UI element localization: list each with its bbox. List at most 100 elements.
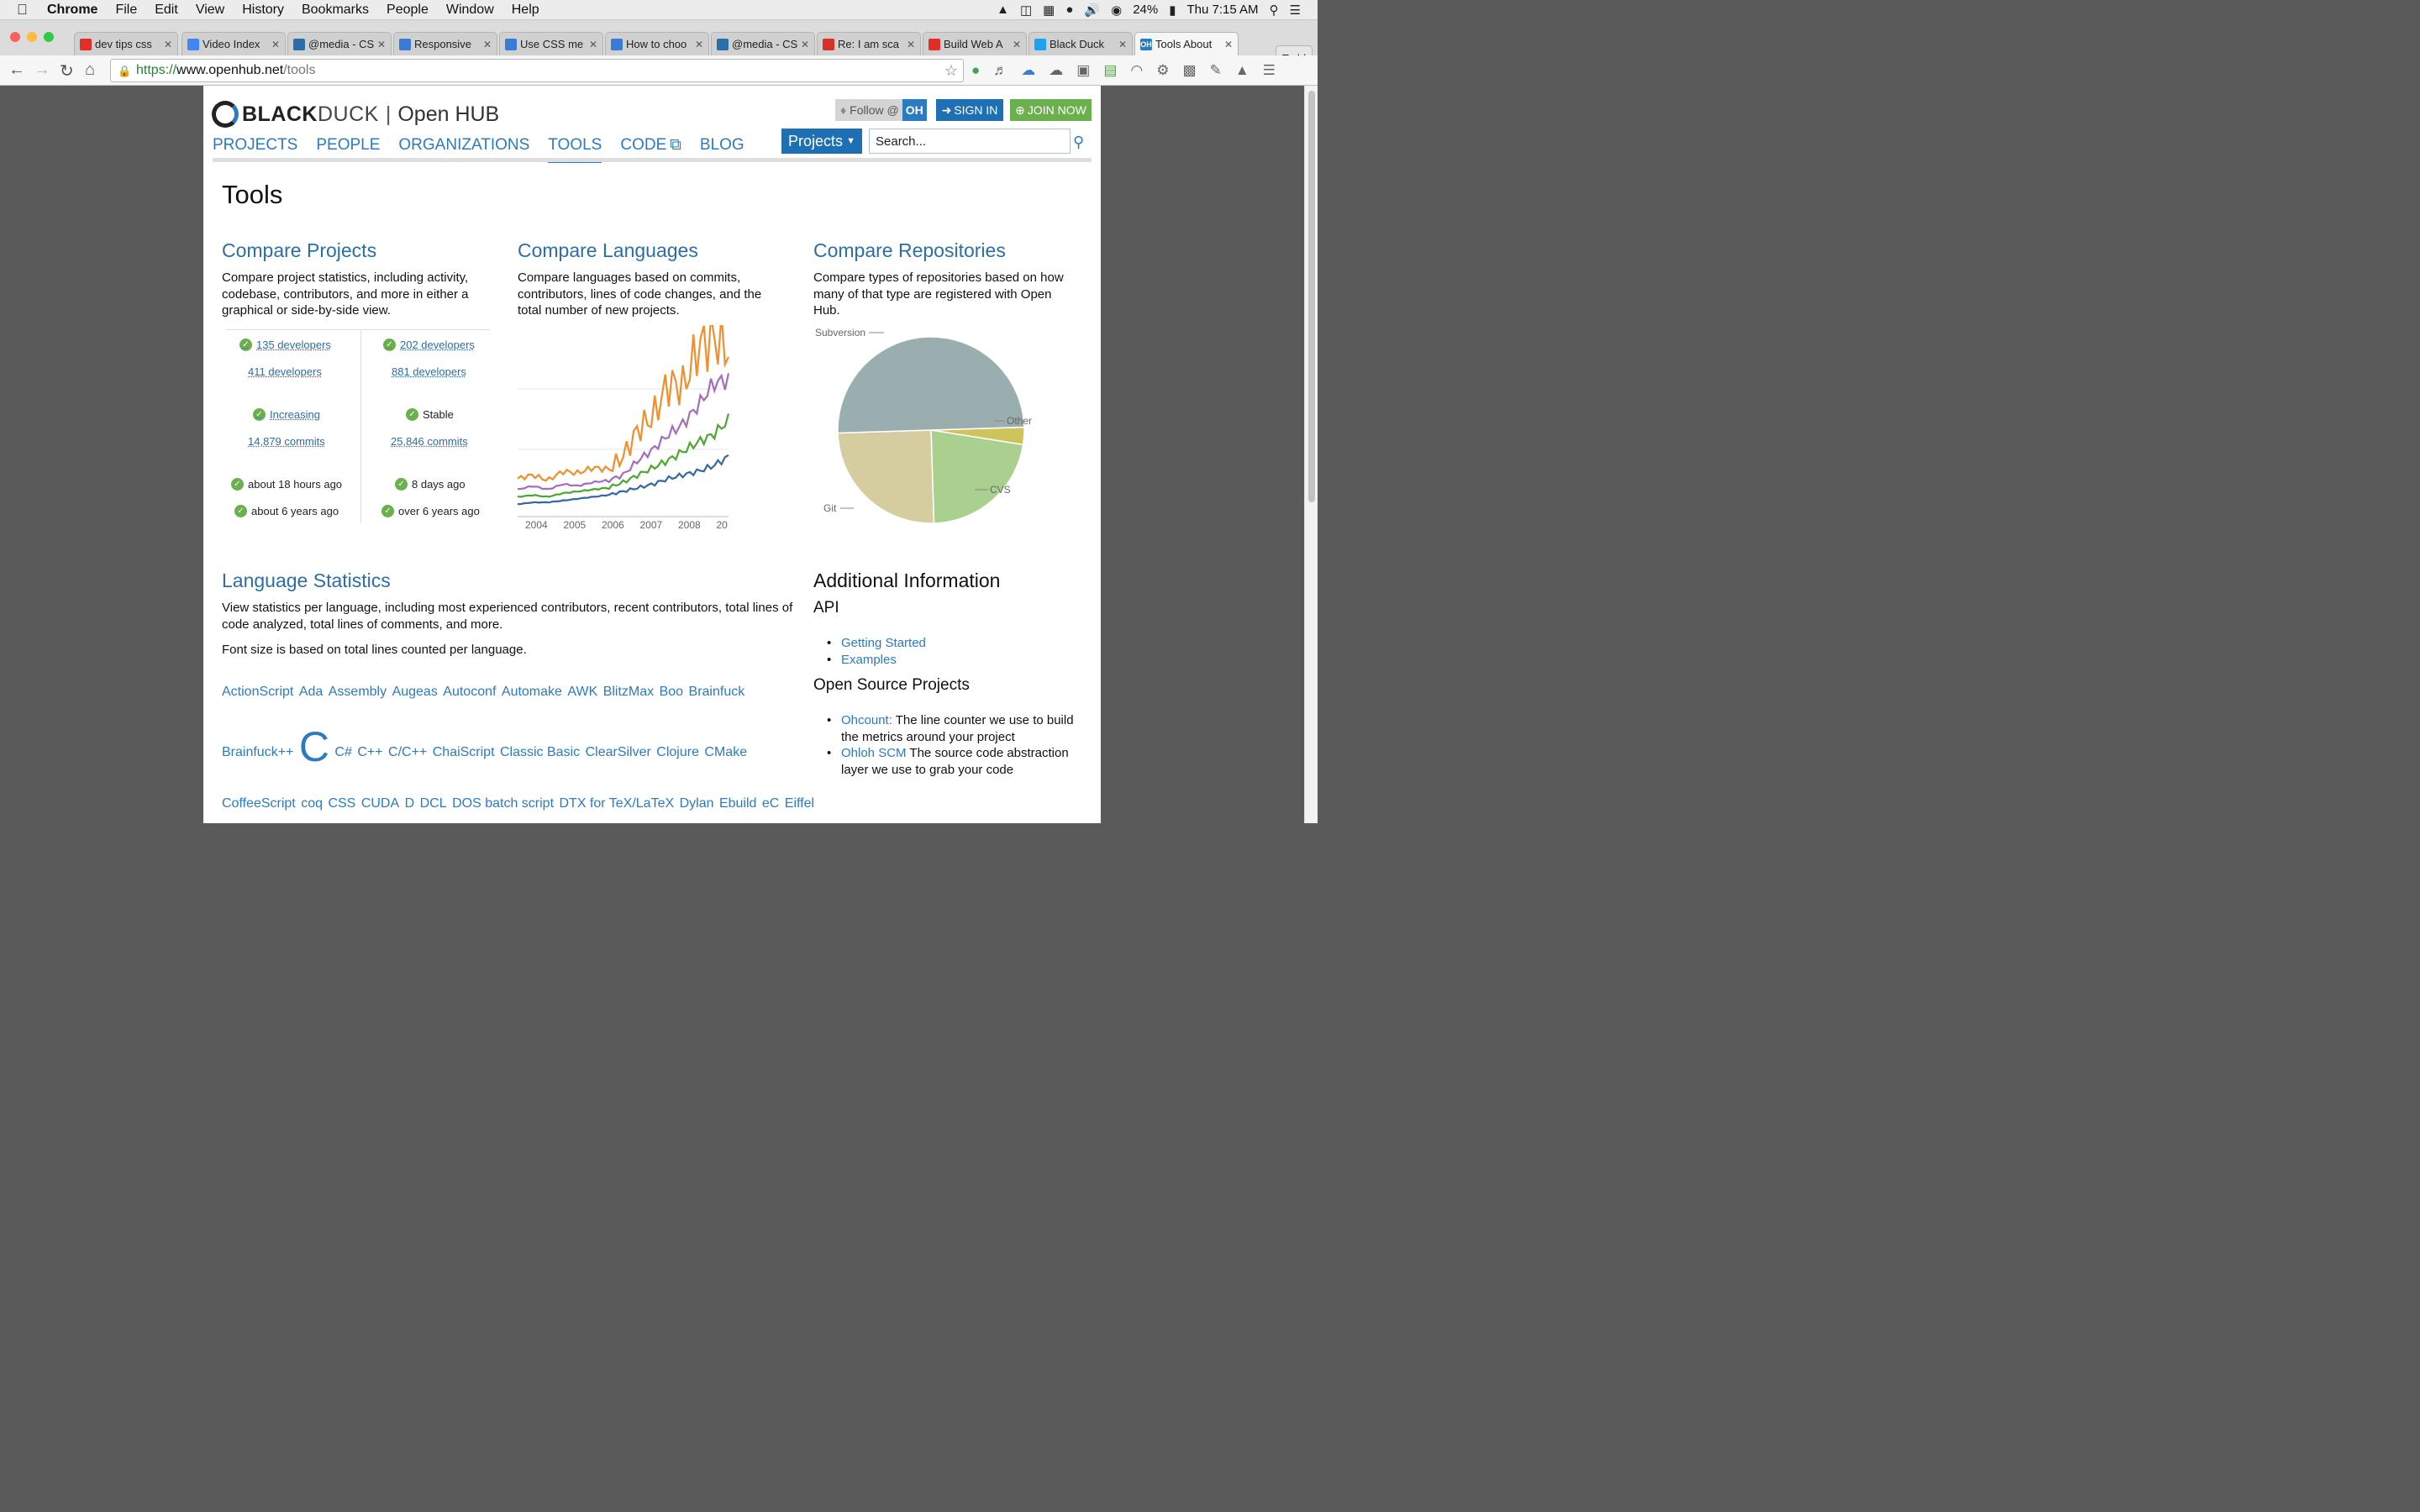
pie-slice[interactable]	[837, 429, 935, 524]
pencil-icon[interactable]: ✎	[1210, 62, 1222, 79]
reload-icon[interactable]: ↻	[60, 60, 74, 81]
language-link[interactable]: ActionScript	[222, 685, 293, 699]
close-tab-icon[interactable]: ✕	[483, 39, 492, 50]
menu-edit[interactable]: Edit	[155, 3, 178, 18]
browser-tab[interactable]: OH Tools About ✕	[1134, 32, 1239, 55]
search-scope-select[interactable]: Projects ▼	[781, 129, 862, 154]
left-commits[interactable]: 14,879 commits	[248, 435, 325, 448]
close-tab-icon[interactable]: ✕	[801, 39, 809, 50]
language-link[interactable]: Ada	[299, 685, 323, 699]
menu-app[interactable]: Chrome	[47, 3, 97, 18]
menu-people[interactable]: People	[387, 3, 429, 18]
language-link[interactable]: Ebuild	[719, 796, 756, 811]
browser-tab[interactable]: @media - CS ✕	[287, 32, 392, 55]
zoom-window-button[interactable]	[44, 32, 54, 42]
html5-icon[interactable]: ◫	[1020, 3, 1032, 18]
language-link[interactable]: Dylan	[680, 796, 714, 811]
back-arrow-icon[interactable]: ←	[8, 60, 25, 80]
puzzle-icon[interactable]: ▩	[1183, 62, 1197, 79]
language-link[interactable]: Autoconf	[443, 685, 496, 699]
notification-center-icon[interactable]: ☰	[1290, 3, 1301, 18]
compare-repositories-link[interactable]: Compare Repositories	[813, 239, 1006, 262]
close-tab-icon[interactable]: ✕	[164, 39, 172, 50]
left-devs-recent[interactable]: ✓ 135 developers	[239, 339, 331, 351]
home-icon[interactable]: ⌂	[85, 60, 95, 80]
language-link[interactable]: D	[405, 796, 415, 811]
left-devs-total[interactable]: 411 developers	[248, 365, 322, 378]
language-link[interactable]: C	[299, 723, 329, 770]
right-commits[interactable]: 25,846 commits	[391, 435, 468, 448]
language-link[interactable]: ClearSilver	[586, 745, 651, 759]
language-link[interactable]: Eiffel	[785, 796, 814, 811]
volume-icon[interactable]: 🔊	[1084, 3, 1100, 18]
examples-link[interactable]: Examples	[841, 652, 897, 669]
language-link[interactable]: Assembly	[329, 685, 387, 699]
language-link[interactable]: Classic Basic	[500, 745, 580, 759]
page-scrollbar[interactable]	[1304, 86, 1318, 823]
left-activity[interactable]: ✓ Increasing	[253, 408, 320, 421]
pie-slice[interactable]	[930, 429, 1024, 524]
language-link[interactable]: DTX for TeX/LaTeX	[559, 796, 674, 811]
browser-tab[interactable]: How to choo ✕	[605, 32, 709, 55]
wifi-icon[interactable]: ◉	[1111, 3, 1122, 18]
minimize-window-button[interactable]	[27, 32, 37, 42]
hangouts-icon[interactable]: ●	[1065, 3, 1073, 17]
close-tab-icon[interactable]: ✕	[1013, 39, 1021, 50]
language-link[interactable]: eC	[762, 796, 779, 811]
drive-icon[interactable]: ▲	[997, 3, 1009, 17]
menu-icon[interactable]: ☰	[1263, 62, 1276, 79]
cloud-outline-icon[interactable]: ☁	[1049, 62, 1063, 79]
pie-slice[interactable]	[837, 336, 1025, 434]
language-link[interactable]: Augeas	[392, 685, 438, 699]
language-link[interactable]: C++	[357, 745, 382, 759]
translate-icon[interactable]: ♬	[993, 62, 1007, 79]
language-link[interactable]: AWK	[567, 685, 597, 699]
scrollbar-thumb[interactable]	[1308, 91, 1315, 502]
blackduck-logo[interactable]: BLACK DUCK | Open HUB	[212, 101, 499, 128]
language-statistics-link[interactable]: Language Statistics	[222, 570, 391, 592]
compare-projects-link[interactable]: Compare Projects	[222, 239, 376, 262]
language-link[interactable]: BlitzMax	[603, 685, 654, 699]
language-link[interactable]: Automake	[502, 685, 562, 699]
browser-tab[interactable]: Use CSS me ✕	[499, 32, 603, 55]
compare-languages-link[interactable]: Compare Languages	[518, 239, 698, 262]
drive-ext-icon[interactable]: ▲	[1235, 62, 1249, 79]
address-bar[interactable]: 🔒 https:// www.openhub.net /tools ☆	[110, 59, 964, 82]
language-trend-chart[interactable]: 2004 2005 2006 2007 2008 20	[517, 325, 731, 531]
sign-in-button[interactable]: ➜ SIGN IN	[936, 99, 1003, 121]
menu-bookmarks[interactable]: Bookmarks	[302, 3, 369, 18]
language-link[interactable]: DCL	[420, 796, 447, 811]
search-icon[interactable]: ⚲	[1073, 134, 1084, 151]
menu-history[interactable]: History	[242, 3, 284, 18]
settings-ext-icon[interactable]: ⚙	[1156, 62, 1169, 79]
language-link[interactable]: C#	[334, 745, 351, 759]
close-window-button[interactable]	[10, 32, 20, 42]
close-tab-icon[interactable]: ✕	[1118, 39, 1127, 50]
refresh-ext-icon[interactable]: ◠	[1130, 62, 1143, 79]
menu-window[interactable]: Window	[446, 3, 494, 18]
browser-tab[interactable]: Build Web A ✕	[923, 32, 1027, 55]
language-link[interactable]: Boo	[660, 685, 683, 699]
lock-icon[interactable]: 🔒	[118, 65, 131, 77]
menu-help[interactable]: Help	[512, 3, 539, 18]
compare-projects-preview[interactable]: ✓ 135 developers 411 developers ✓ Increasi…	[226, 329, 490, 523]
browser-tab[interactable]: Black Duck ✕	[1028, 32, 1133, 55]
clock[interactable]: Thu 7:15 AM	[1186, 3, 1258, 17]
language-link[interactable]: coq	[301, 796, 323, 811]
close-tab-icon[interactable]: ✕	[271, 39, 280, 50]
language-link[interactable]: Brainfuck++	[222, 745, 293, 759]
ohloh-scm-link[interactable]: Ohloh SCM	[841, 746, 907, 760]
close-tab-icon[interactable]: ✕	[907, 39, 915, 50]
browser-tab[interactable]: @media - CS ✕	[711, 32, 815, 55]
close-tab-icon[interactable]: ✕	[695, 39, 703, 50]
language-link[interactable]: CSS	[328, 796, 355, 811]
language-link[interactable]: DOS batch script	[452, 796, 554, 811]
spotlight-icon[interactable]: ⚲	[1270, 3, 1279, 18]
getting-started-link[interactable]: Getting Started	[841, 635, 926, 652]
close-tab-icon[interactable]: ✕	[1224, 39, 1233, 50]
close-tab-icon[interactable]: ✕	[377, 39, 386, 50]
film-icon[interactable]: ▦	[1043, 3, 1055, 18]
browser-tab[interactable]: Responsive ✕	[393, 32, 497, 55]
ohcount-link[interactable]: Ohcount:	[841, 713, 892, 727]
cloud-icon[interactable]: ☁	[1021, 62, 1035, 79]
